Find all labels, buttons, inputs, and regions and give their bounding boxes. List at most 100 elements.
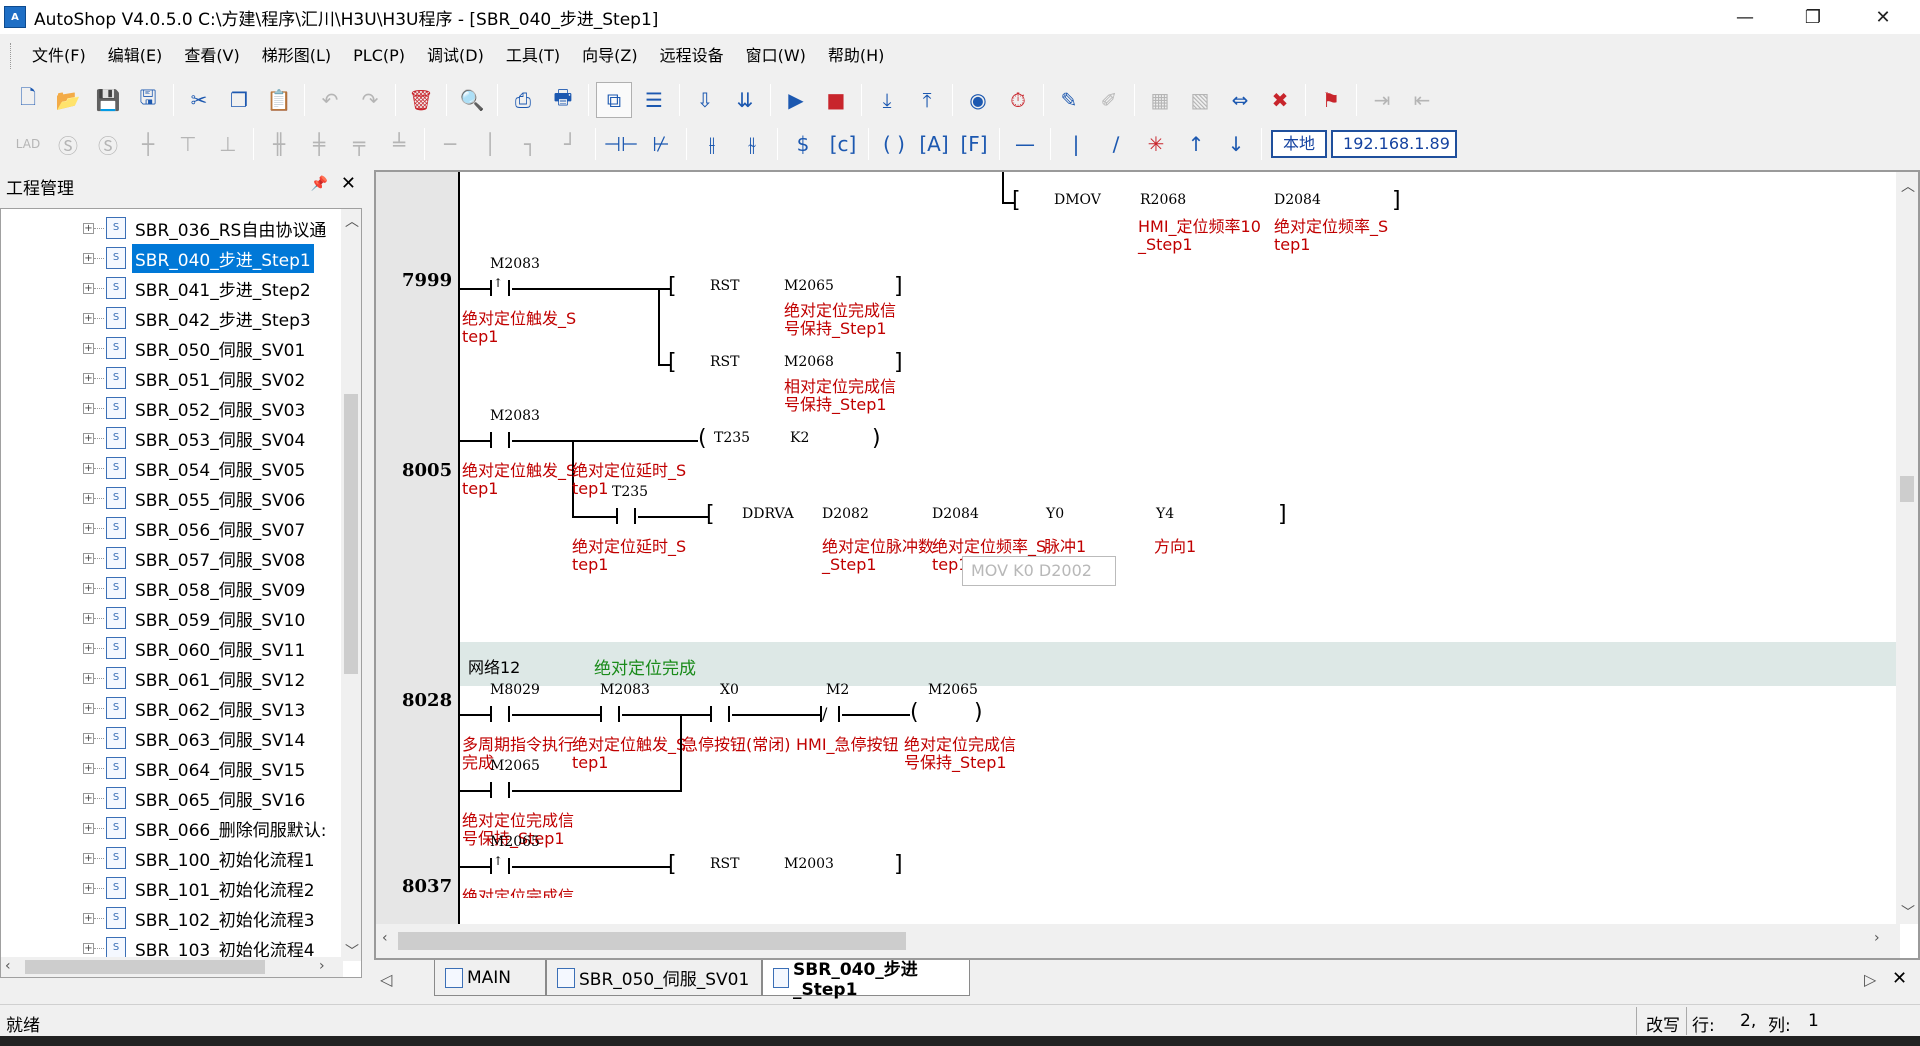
tree-item[interactable]: + S SBR_061_伺服_SV12 bbox=[1, 663, 308, 693]
stop-icon[interactable]: ■ bbox=[818, 82, 854, 118]
compile-icon[interactable]: ⇩ bbox=[687, 82, 723, 118]
lad-icon[interactable]: LAD bbox=[10, 126, 46, 162]
run-icon[interactable]: ▶ bbox=[778, 82, 814, 118]
pin-icon[interactable]: 📌 bbox=[311, 176, 328, 192]
monitor-edit-icon[interactable]: ✎ bbox=[1051, 82, 1087, 118]
restore-button[interactable]: ❐ bbox=[1782, 0, 1844, 34]
tree-item[interactable]: + S SBR_057_伺服_SV08 bbox=[1, 543, 308, 573]
no-contact[interactable] bbox=[490, 782, 510, 798]
expand-icon[interactable]: + bbox=[83, 462, 94, 474]
menu-window[interactable]: 窗口(W) bbox=[735, 41, 817, 71]
scroll-right-icon[interactable]: › bbox=[1874, 930, 1880, 946]
menu-remote-device[interactable]: 远程设备 bbox=[649, 41, 735, 71]
no-contact[interactable] bbox=[600, 706, 620, 722]
close-tab-icon[interactable]: ✕ bbox=[1892, 968, 1907, 989]
draw-vline-icon[interactable]: | bbox=[1058, 126, 1094, 162]
scroll-thumb[interactable] bbox=[1900, 476, 1914, 502]
vline-icon[interactable]: │ bbox=[472, 126, 508, 162]
scroll-thumb[interactable] bbox=[344, 394, 358, 674]
expand-icon[interactable]: + bbox=[83, 372, 94, 384]
tree-item[interactable]: + S SBR_055_伺服_SV06 bbox=[1, 483, 308, 513]
corner-icon[interactable]: ┐ bbox=[512, 126, 548, 162]
tab-scroll-right-icon[interactable]: ▷ bbox=[1864, 970, 1876, 989]
expand-icon[interactable]: + bbox=[83, 432, 94, 444]
line-branch3-icon[interactable]: ╤ bbox=[341, 126, 377, 162]
tree-vertical-scrollbar[interactable]: ︿ ﹀ bbox=[341, 209, 361, 961]
falling-edge-icon[interactable]: ↓ bbox=[1218, 126, 1254, 162]
tree-item[interactable]: + S SBR_053_伺服_SV04 bbox=[1, 423, 308, 453]
line-branch4-icon[interactable]: ╧ bbox=[381, 126, 417, 162]
tree-item[interactable]: + S SBR_050_伺服_SV01 bbox=[1, 333, 308, 363]
expand-icon[interactable]: + bbox=[83, 882, 94, 894]
tree-item[interactable]: + S SBR_063_伺服_SV14 bbox=[1, 723, 308, 753]
expand-icon[interactable]: + bbox=[83, 912, 94, 924]
tab-main[interactable]: MAIN bbox=[434, 960, 546, 996]
expand-icon[interactable]: + bbox=[83, 762, 94, 774]
expand-icon[interactable]: + bbox=[83, 282, 94, 294]
nc-contact-icon[interactable]: ⊬ bbox=[643, 126, 679, 162]
branch-up-icon[interactable]: ⊥ bbox=[210, 126, 246, 162]
tree-item[interactable]: + S SBR_051_伺服_SV02 bbox=[1, 363, 308, 393]
force-on-icon[interactable]: ▦ bbox=[1142, 82, 1178, 118]
expand-icon[interactable]: + bbox=[83, 492, 94, 504]
logout-icon[interactable]: ⇤ bbox=[1404, 82, 1440, 118]
corner2-icon[interactable]: ┘ bbox=[552, 126, 588, 162]
paste-icon[interactable]: 📋 bbox=[261, 82, 297, 118]
menu-tools[interactable]: 工具(T) bbox=[495, 41, 571, 71]
menu-wizard[interactable]: 向导(Z) bbox=[571, 41, 648, 71]
tree-item[interactable]: + S SBR_064_伺服_SV15 bbox=[1, 753, 308, 783]
editor-vertical-scrollbar[interactable]: ︿ ﹀ bbox=[1896, 172, 1918, 924]
window-cascade-icon[interactable]: ⧉ bbox=[596, 82, 632, 118]
tree-item[interactable]: + S SBR_065_伺服_SV16 bbox=[1, 783, 308, 813]
print-icon[interactable]: 🖶 bbox=[545, 82, 581, 118]
scroll-thumb[interactable] bbox=[398, 932, 906, 950]
expand-icon[interactable]: + bbox=[83, 702, 94, 714]
open-folder-icon[interactable]: 📂 bbox=[50, 82, 86, 118]
expand-icon[interactable]: + bbox=[83, 582, 94, 594]
instruction-list-icon[interactable]: Ⓢ bbox=[90, 126, 126, 162]
tree-item[interactable]: + S SBR_052_伺服_SV03 bbox=[1, 393, 308, 423]
minimize-button[interactable]: — bbox=[1714, 0, 1776, 34]
menu-edit[interactable]: 编辑(E) bbox=[97, 41, 174, 71]
force-off-icon[interactable]: ▧ bbox=[1182, 82, 1218, 118]
menu-plc[interactable]: PLC(P) bbox=[342, 41, 416, 71]
redo-icon[interactable]: ↷ bbox=[352, 82, 388, 118]
no-contact[interactable] bbox=[490, 706, 510, 722]
expand-icon[interactable]: + bbox=[83, 312, 94, 324]
coil-icon[interactable]: [c] bbox=[825, 126, 861, 162]
line-branch-icon[interactable]: ╫ bbox=[261, 126, 297, 162]
expand-icon[interactable]: + bbox=[83, 612, 94, 624]
tree-item[interactable]: + S SBR_040_步进_Step1 bbox=[1, 243, 314, 273]
expand-icon[interactable]: + bbox=[83, 732, 94, 744]
panel-close-icon[interactable]: ✕ bbox=[341, 173, 356, 194]
save-icon[interactable]: 💾 bbox=[90, 82, 126, 118]
hline-icon[interactable]: ─ bbox=[432, 126, 468, 162]
erase-line-icon[interactable]: ✳ bbox=[1138, 126, 1174, 162]
compile-all-icon[interactable]: ⇊ bbox=[727, 82, 763, 118]
expand-icon[interactable]: + bbox=[83, 222, 94, 234]
no-contact[interactable] bbox=[616, 508, 636, 524]
close-window-button[interactable]: ✕ bbox=[1852, 0, 1914, 34]
parallel-nc-icon[interactable]: ⫳ bbox=[734, 126, 770, 162]
tree-item[interactable]: + S SBR_101_初始化流程2 bbox=[1, 873, 318, 903]
tab-scroll-left-icon[interactable]: ◁ bbox=[380, 970, 392, 989]
menu-file[interactable]: 文件(F) bbox=[21, 41, 97, 71]
save-all-icon[interactable]: 🖫 bbox=[130, 82, 166, 118]
scroll-down-icon[interactable]: ﹀ bbox=[1901, 902, 1915, 922]
menu-help[interactable]: 帮助(H) bbox=[817, 41, 896, 71]
tree-horizontal-scrollbar[interactable]: ‹ › bbox=[1, 957, 343, 977]
expand-icon[interactable]: + bbox=[83, 792, 94, 804]
expand-icon[interactable]: + bbox=[83, 642, 94, 654]
test-icon[interactable]: ⚑ bbox=[1313, 82, 1349, 118]
tree-item[interactable]: + S SBR_036_RS自由协议通 bbox=[1, 213, 329, 243]
tree-item[interactable]: + S SBR_054_伺服_SV05 bbox=[1, 453, 308, 483]
find-icon[interactable]: 🔍 bbox=[454, 82, 490, 118]
tab-sbr-040[interactable]: SBR_040_步进_Step1 bbox=[762, 960, 970, 1000]
scroll-left-icon[interactable]: ‹ bbox=[5, 958, 11, 974]
window-list-icon[interactable]: ☰ bbox=[636, 82, 672, 118]
ladder-editor[interactable]: 7999 8005 8028 8037 [ DMOV R2068 D2084 ]… bbox=[374, 170, 1920, 960]
menu-debug[interactable]: 调试(D) bbox=[416, 41, 495, 71]
branch-down-icon[interactable]: ⊤ bbox=[170, 126, 206, 162]
delete-row-icon[interactable]: ✖ bbox=[1262, 82, 1298, 118]
write-edit-icon[interactable]: ✐ bbox=[1091, 82, 1127, 118]
